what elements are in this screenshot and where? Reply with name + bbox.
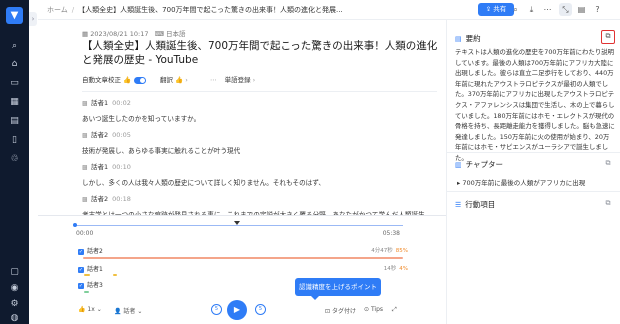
home-icon[interactable]: ⌂ (8, 58, 21, 71)
tips-button[interactable]: ⊙ Tips (364, 306, 383, 313)
transcript-segment[interactable]: ▩ 話者1 00:02 あいつ誕生したのかを知っていますか。 (82, 99, 437, 123)
ai-summary-panel: ▤ 要約 ⧉ テキストは人類の進化の歴史を700万年前にわたり説明しています。最後… (446, 20, 620, 324)
speaker-bar (84, 291, 89, 293)
skip-back-button[interactable]: 5 (211, 304, 222, 315)
speaker-icon: ▩ (82, 164, 88, 171)
settings-icon[interactable]: ⚙ (8, 298, 21, 311)
speaker-checkbox[interactable]: ✓ (78, 266, 84, 273)
divider (447, 152, 620, 153)
page-title: 【人類全史】人類誕生後、700万年間で起こった驚きの出来事！人類の進化と発展の歴… (82, 40, 438, 66)
actions-icon: ☰ (455, 201, 462, 209)
divider (447, 191, 620, 192)
auto-correct-control[interactable]: 自動文章校正 👍 (82, 74, 147, 84)
speaker-track[interactable]: ✓ 話者2 4分47秒 85% (78, 246, 408, 256)
notes-icon[interactable]: ▤ (575, 3, 588, 16)
speaker-checkbox[interactable]: ✓ (78, 248, 84, 255)
summary-heading: ▤ 要約 (455, 34, 481, 43)
copy-summary-icon[interactable]: ⧉ (601, 30, 615, 44)
speaker-track[interactable]: ✓ 話者1 14秒 4% (78, 264, 408, 274)
speaker-bar (113, 274, 117, 276)
breadcrumb-home[interactable]: ホーム (47, 6, 68, 14)
summary-text: テキストは人類の進化の歴史を700万年前にわたり説明しています。最後の人類は70… (455, 48, 615, 162)
skip-forward-button[interactable]: 5 (255, 304, 266, 315)
document-icon[interactable]: ▯ (8, 134, 21, 147)
top-bar: ホーム / 【人類全史】人類誕生後、700万年間で起こった驚きの出来事！人類の進化と… (38, 0, 620, 20)
chapters-heading: ▥ チャプター (455, 160, 504, 169)
split-view-icon[interactable]: ⤡ (559, 3, 572, 16)
copy-chapters-icon[interactable]: ⧉ (602, 157, 614, 169)
speaker-bar (84, 274, 90, 276)
speaker-bar (83, 257, 403, 259)
breadcrumb-current: 【人類全史】人類誕生後、700万年間で起こった驚きの出来事！人類の進化と発展..… (78, 6, 343, 14)
download-icon[interactable]: ⤓ (525, 3, 538, 16)
speaker-checkbox[interactable]: ✓ (78, 282, 84, 289)
message-icon[interactable]: ▢ (8, 266, 21, 279)
speaker-icon: ▩ (82, 196, 88, 203)
accuracy-tips-tooltip[interactable]: 認識精度を上げるポイント (295, 278, 381, 300)
time-end: 05:38 (382, 230, 400, 237)
transcript-segment[interactable]: ▩ 話者2 00:05 技術が発展し、あらゆる事実に触れることが叶う現代 (82, 131, 437, 155)
speaker-filter[interactable]: 👤 話者 ⌄ (114, 306, 142, 315)
transcript-panel: ▦ 2023/08/21 10:17 ⌨ 日本語 【人類全史】人類誕生後、700… (38, 20, 444, 219)
trash-icon[interactable]: ♲ (8, 153, 21, 166)
expand-icon[interactable]: ⤢ (392, 306, 397, 314)
actions-heading: ☰ 行動項目 (455, 200, 496, 209)
folder-icon[interactable]: ▭ (8, 77, 21, 90)
word-register-control[interactable]: ⋯ 単語登録 › (210, 74, 255, 84)
play-button[interactable]: ▶ (227, 300, 247, 320)
app-sidebar: ▼ ⌕ ⌂ ▭ ▦ ▤ ▯ ♲ ▢ ◉ ⚙ ◍ (0, 0, 29, 324)
speed-control[interactable]: 👍 1x ⌄ (78, 306, 102, 313)
playhead-marker[interactable] (234, 221, 240, 225)
audio-player: 00:00 05:38 ✓ 話者2 4分47秒 85% ✓ 話者1 14秒 4% ✓ 話者… (38, 215, 446, 324)
auto-correct-toggle[interactable] (134, 76, 147, 84)
divider (82, 91, 437, 92)
speaker-track[interactable]: ✓ 話者3 (78, 280, 278, 290)
search-icon[interactable]: ⌕ (8, 40, 21, 53)
breadcrumb: ホーム / 【人類全史】人類誕生後、700万年間で起こった驚きの出来事！人類の進化と… (47, 6, 343, 14)
search-icon[interactable]: ⌕ (509, 3, 522, 16)
playback-timeline[interactable] (73, 223, 403, 227)
summary-icon: ▤ (455, 35, 462, 43)
inbox-icon[interactable]: ▤ (8, 115, 21, 128)
calendar-icon: ▦ (82, 30, 89, 38)
transcript-segment[interactable]: ▩ 話者1 00:10 しかし、多くの人は我々人類の歴史について詳しく知りません。そ… (82, 163, 437, 187)
sidebar-collapse-toggle[interactable]: › (29, 12, 37, 26)
tag-icon: ⊡ (325, 308, 331, 315)
copy-actions-icon[interactable]: ⧉ (602, 197, 614, 209)
time-start: 00:00 (76, 230, 94, 237)
speaker-icon: ▩ (82, 132, 88, 139)
location-icon[interactable]: ◉ (8, 282, 21, 295)
help-icon[interactable]: ? (591, 3, 604, 16)
chapters-icon: ▥ (455, 161, 462, 169)
app-logo[interactable]: ▼ (6, 7, 23, 24)
user-icon[interactable]: ◍ (8, 312, 21, 324)
location-icon: ⊙ (364, 306, 370, 313)
speaker-icon: ▩ (82, 100, 88, 107)
document-meta: ▦ 2023/08/21 10:17 ⌨ 日本語 (82, 30, 186, 38)
language-icon: ⌨ (154, 30, 164, 38)
more-icon[interactable]: ⋯ (541, 3, 554, 16)
chapter-item[interactable]: ▸ 700万年前に最後の人類がアフリカに出現 (457, 177, 585, 187)
tag-button[interactable]: ⊡ タグ付け (325, 306, 356, 315)
translate-control[interactable]: 翻訳 👍 › (160, 74, 188, 84)
calendar-icon[interactable]: ▦ (8, 96, 21, 109)
